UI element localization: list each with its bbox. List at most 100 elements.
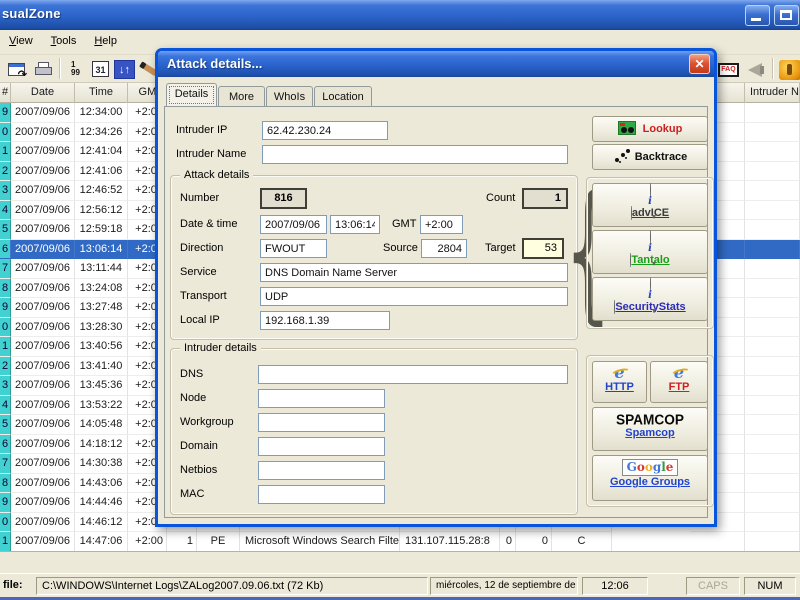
intruder-name-label: Intruder Name [176, 148, 247, 160]
sort-arrows-icon: ↓↑ [114, 60, 135, 79]
mac-field[interactable] [258, 485, 385, 504]
http-button[interactable]: e HTTP [592, 361, 647, 403]
attack-time-field[interactable] [330, 215, 380, 234]
menu-view[interactable]: View [0, 30, 42, 55]
cell-time: 13:28:30 [75, 317, 128, 337]
numeric-sort-button[interactable]: 1 99 [64, 57, 88, 81]
target-label: Target [485, 242, 516, 254]
cell-date: 2007/09/06 [11, 434, 75, 454]
securitystats-button[interactable]: i SecurityStats [592, 277, 708, 321]
cell-iname [745, 200, 800, 220]
advice-button[interactable]: i advICE [592, 183, 708, 227]
intruder-ip-label: Intruder IP [176, 124, 228, 136]
cell-time: 14:05:48 [75, 415, 128, 435]
intruder-ip-field[interactable] [262, 121, 388, 140]
cell-date: 2007/09/06 [11, 161, 75, 181]
dialog-body: DetailsMoreWhoIsLocation Intruder IP Int… [158, 77, 714, 524]
menu-tools[interactable]: Tools [42, 30, 86, 55]
dns-label: DNS [180, 368, 204, 380]
cell-time: 13:41:40 [75, 356, 128, 376]
alert-button[interactable] [778, 57, 800, 81]
lookup-button[interactable]: Lookup [592, 116, 708, 142]
faq-button[interactable]: FAQ [716, 57, 740, 81]
source-label: Source [383, 242, 418, 254]
google-groups-button[interactable]: Google Google Groups [592, 455, 708, 501]
cell-num: 7 [0, 259, 11, 279]
open-log-icon: ↷ [8, 63, 27, 81]
column-header-num[interactable]: # [0, 83, 11, 103]
open-log-button[interactable]: ↷ [4, 57, 28, 81]
tab-whois[interactable]: WhoIs [266, 86, 313, 107]
calendar-button[interactable]: 31 [88, 57, 112, 81]
toolbar-separator [772, 58, 774, 79]
cell-iname [745, 278, 800, 298]
cell-iname [745, 142, 800, 162]
transport-label: Transport [180, 290, 227, 302]
cell-num: 2 [0, 356, 11, 376]
cell-num: 5 [0, 415, 11, 435]
column-header-iname[interactable]: Intruder Name [745, 83, 800, 103]
cell-time: 13:11:44 [75, 259, 128, 279]
window-gap [0, 551, 800, 573]
workgroup-field[interactable] [258, 413, 385, 432]
intruder-details-group-label: Intruder details [180, 341, 261, 355]
cell-date: 2007/09/06 [11, 239, 75, 259]
cell-time: 12:56:12 [75, 200, 128, 220]
node-field[interactable] [258, 389, 385, 408]
service-field[interactable] [260, 263, 568, 282]
lookup-label: Lookup [642, 123, 683, 135]
announce-button[interactable] [744, 57, 768, 81]
status-date: miércoles, 12 de septiembre de 2007 [430, 577, 578, 595]
minimize-button[interactable] [745, 5, 770, 26]
tab-details[interactable]: Details [166, 83, 217, 107]
cell-date: 2007/09/06 [11, 454, 75, 474]
netbios-field[interactable] [258, 461, 385, 480]
table-row[interactable]: 1 2007/09/06 14:47:06 +2:00 1 PE Microsoft Win… [0, 532, 800, 552]
cell-date: 2007/09/06 [11, 376, 75, 396]
column-header-time[interactable]: Time [75, 83, 128, 103]
local-ip-label: Local IP [180, 314, 220, 326]
cell-time: 14:47:06 [75, 532, 128, 552]
source-port-field[interactable] [421, 239, 467, 258]
cell-time: 13:27:48 [75, 298, 128, 318]
cell-iname [745, 161, 800, 181]
spamcop-button[interactable]: SPAMCOP Spamcop [592, 407, 708, 451]
cell-iname [745, 122, 800, 142]
cell-time: 14:46:12 [75, 512, 128, 532]
statusbar: file: C:\WINDOWS\Internet Logs\ZALog2007… [0, 573, 800, 597]
cell-time: 12:34:26 [75, 122, 128, 142]
sort-order-button[interactable]: ↓↑ [112, 57, 136, 81]
cell-time: 13:40:56 [75, 337, 128, 357]
maximize-icon [780, 10, 792, 20]
cell-gmt: +2:00 [128, 532, 167, 552]
intruder-name-field[interactable] [262, 145, 568, 164]
tab-location[interactable]: Location [314, 86, 372, 107]
attack-date-field[interactable] [260, 215, 327, 234]
cell-num: 3 [0, 181, 11, 201]
ftp-label: FTP [668, 381, 690, 393]
backtrace-label: Backtrace [634, 151, 688, 163]
cell-num: 6 [0, 434, 11, 454]
transport-field[interactable] [260, 287, 568, 306]
cell-num: 1 [0, 532, 11, 552]
maximize-button[interactable] [774, 5, 799, 26]
gmt-label: GMT [392, 218, 417, 230]
menu-help[interactable]: Help [85, 30, 126, 55]
cell-num: 9 [0, 493, 11, 513]
domain-field[interactable] [258, 437, 385, 456]
column-header-date[interactable]: Date [11, 83, 75, 103]
tab-more[interactable]: More [218, 86, 265, 107]
cell-iname [745, 259, 800, 279]
cell-num: 1 [0, 337, 11, 357]
tantalo-button[interactable]: i Tantalo [592, 230, 708, 274]
direction-field[interactable] [260, 239, 327, 258]
cell-iname [745, 317, 800, 337]
local-ip-field[interactable] [260, 311, 390, 330]
gmt-field[interactable] [420, 215, 463, 234]
cell-iip [690, 532, 745, 552]
dialog-close-button[interactable]: ✕ [689, 54, 710, 74]
dns-field[interactable] [258, 365, 568, 384]
print-button[interactable] [31, 57, 55, 81]
cell-date: 2007/09/06 [11, 142, 75, 162]
ftp-button[interactable]: e FTP [650, 361, 708, 403]
